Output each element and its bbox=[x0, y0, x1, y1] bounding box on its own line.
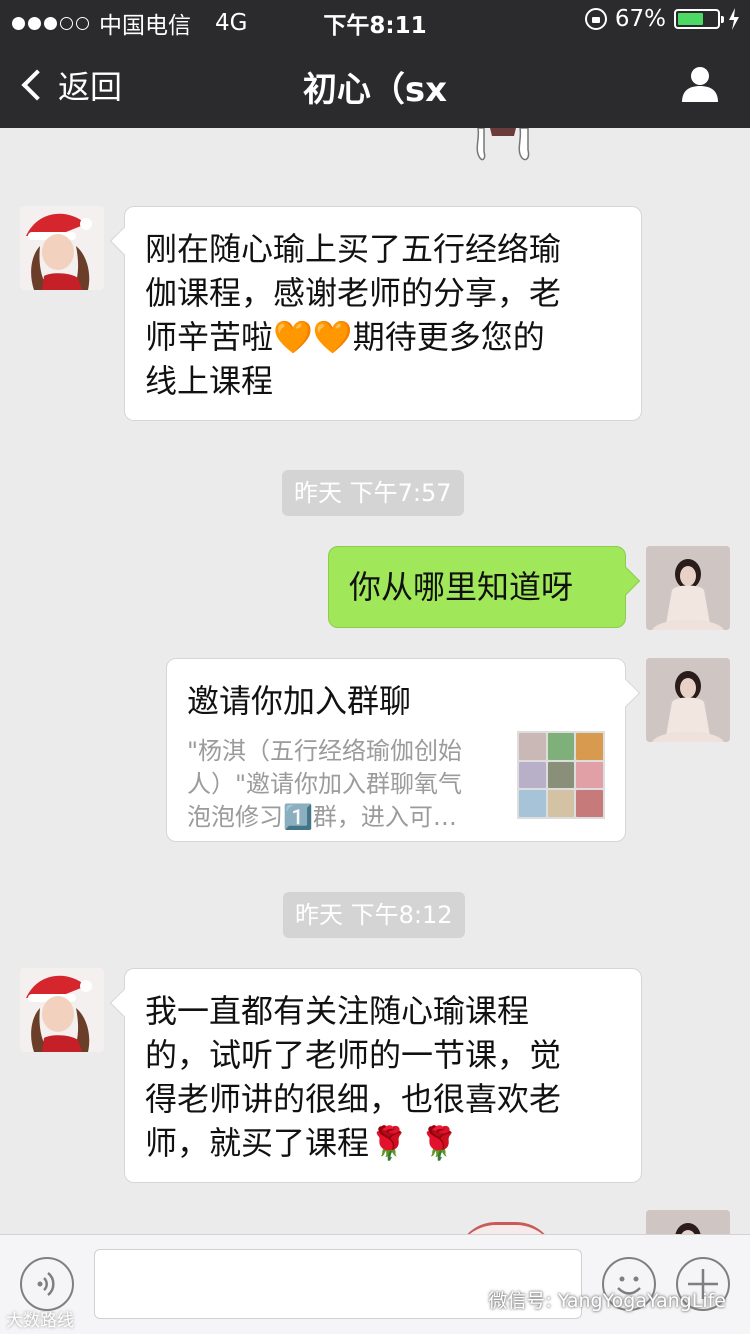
avatar-self[interactable] bbox=[646, 658, 730, 742]
avatar-meditating-woman-image bbox=[646, 658, 730, 742]
invite-desc-line: "杨淇（五行经络瑜伽创始 bbox=[187, 737, 463, 765]
bubble-tail bbox=[611, 566, 641, 596]
message-bubble-sent[interactable]: 你从哪里知道呀 bbox=[328, 546, 641, 628]
input-bar bbox=[0, 1234, 750, 1334]
invite-title: 邀请你加入群聊 bbox=[187, 682, 412, 720]
chat-title: 初心（sx bbox=[302, 70, 448, 110]
message-line: 我一直都有关注随心瑜课程 bbox=[145, 992, 530, 1030]
voice-icon bbox=[37, 1272, 55, 1296]
message-line: 师，就买了课程🌹 🌹 bbox=[145, 1124, 459, 1162]
timestamp: 昨天 下午8:12 bbox=[283, 892, 465, 938]
message-text: 我一直都有关注随心瑜课程 的，试听了老师的一节课，觉 得老师讲的很细，也很喜欢老… bbox=[145, 989, 621, 1165]
bubble-tail bbox=[611, 678, 641, 708]
message-bubble[interactable]: 刚在随心瑜上买了五行经络瑜 伽课程，感谢老师的分享，老 师辛苦啦🧡🧡期待更多您的… bbox=[109, 206, 642, 421]
message-text: 你从哪里知道呀 bbox=[349, 568, 574, 606]
profile-icon[interactable] bbox=[680, 64, 720, 104]
watermark-left: 大数路线 bbox=[6, 1311, 74, 1331]
wechat-logo-icon bbox=[454, 1289, 481, 1310]
avatar-meditating-woman-image bbox=[646, 1210, 730, 1234]
message-bubble[interactable]: 我一直都有关注随心瑜课程 的，试听了老师的一节课，觉 得老师讲的很细，也很喜欢老… bbox=[109, 968, 642, 1183]
battery-icon bbox=[674, 9, 724, 29]
bubble-tail bbox=[109, 226, 139, 256]
invite-desc-line: 泡泡修习1️⃣群，进入可… bbox=[187, 803, 457, 831]
avatar-contact[interactable] bbox=[20, 206, 104, 290]
message-text: 刚在随心瑜上买了五行经络瑜 伽课程，感谢老师的分享，老 师辛苦啦🧡🧡期待更多您的… bbox=[145, 227, 621, 403]
invite-description: "杨淇（五行经络瑜伽创始 人）"邀请你加入群聊氧气 泡泡修习1️⃣群，进入可… bbox=[187, 735, 493, 834]
message-line: 得老师讲的很细，也很喜欢老 bbox=[145, 1080, 562, 1118]
group-avatar-grid-image bbox=[517, 731, 605, 819]
message-line: 师辛苦啦🧡🧡期待更多您的 bbox=[145, 318, 545, 356]
voice-button[interactable] bbox=[20, 1257, 74, 1311]
sticker-partial bbox=[456, 1222, 556, 1234]
battery-level-fill bbox=[678, 13, 704, 25]
sticker-partial bbox=[476, 128, 530, 161]
status-right: 67% bbox=[584, 6, 740, 32]
message-line: 线上课程 bbox=[145, 362, 274, 400]
avatar-contact[interactable] bbox=[20, 968, 104, 1052]
status-bar: 中国电信 4G 下午8:11 67% bbox=[0, 0, 750, 40]
charging-bolt-icon bbox=[729, 8, 739, 30]
avatar-self[interactable] bbox=[646, 546, 730, 630]
message-line: 的，试听了老师的一节课，觉 bbox=[145, 1036, 562, 1074]
avatar-self-partial[interactable] bbox=[646, 1210, 730, 1234]
battery-percent: 67% bbox=[614, 6, 666, 32]
nav-bar: 返回 初心（sx bbox=[0, 40, 750, 128]
wechat-watermark: 微信号: YangYogaYangLife bbox=[454, 1286, 726, 1313]
avatar-santa-girl-image bbox=[20, 968, 104, 1052]
invite-desc-line: 人）"邀请你加入群聊氧气 bbox=[187, 770, 463, 798]
avatar-santa-girl-image bbox=[20, 206, 104, 290]
chat-area[interactable]: 刚在随心瑜上买了五行经络瑜 伽课程，感谢老师的分享，老 师辛苦啦🧡🧡期待更多您的… bbox=[0, 128, 750, 1234]
timestamp: 昨天 下午7:57 bbox=[282, 470, 464, 516]
message-line: 伽课程，感谢老师的分享，老 bbox=[145, 274, 562, 312]
message-line: 刚在随心瑜上买了五行经络瑜 bbox=[145, 230, 562, 268]
watermark-text: 微信号: YangYogaYangLife bbox=[488, 1290, 726, 1312]
rotation-lock-icon bbox=[584, 8, 607, 30]
avatar-meditating-woman-image bbox=[646, 546, 730, 630]
bubble-tail bbox=[109, 988, 139, 1018]
group-invite-card[interactable]: 邀请你加入群聊 "杨淇（五行经络瑜伽创始 人）"邀请你加入群聊氧气 泡泡修习1️… bbox=[166, 658, 641, 842]
